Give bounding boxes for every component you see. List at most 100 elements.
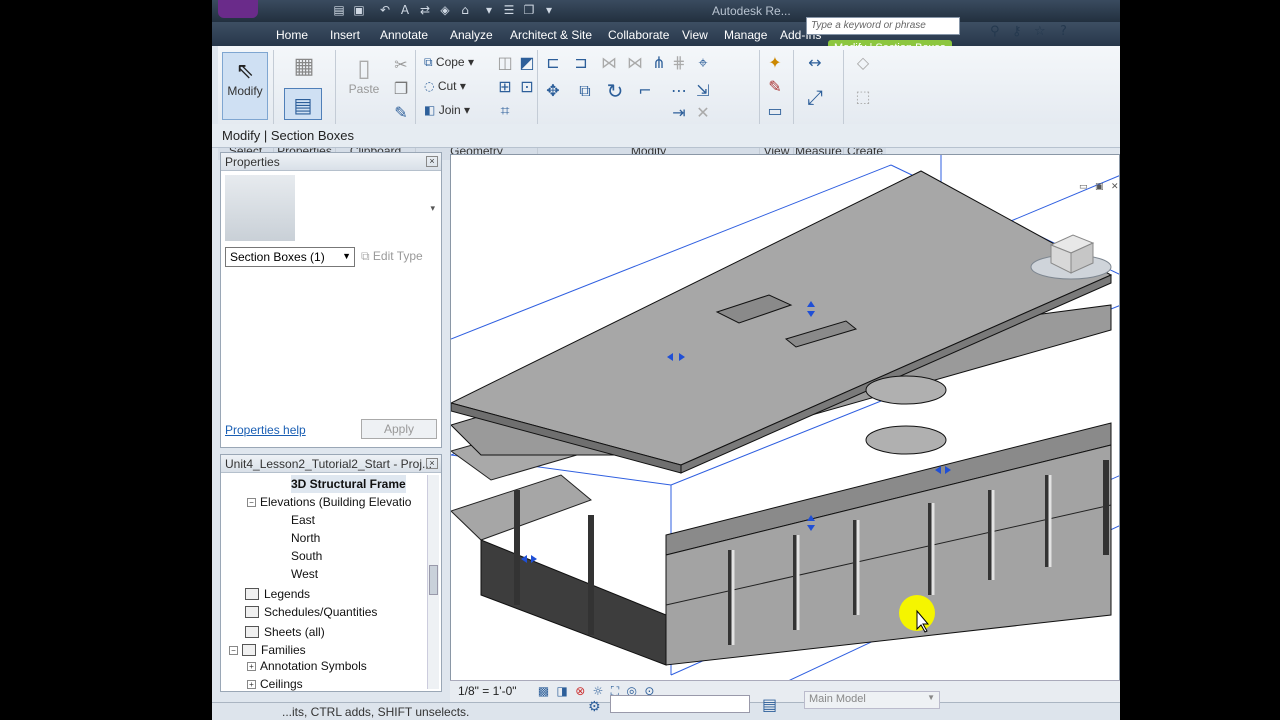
linework-icon[interactable]: ▭ (764, 100, 786, 122)
array-icon[interactable]: ⋯ (668, 80, 690, 102)
edit-type-button[interactable]: ⧉ Edit Type (361, 249, 423, 264)
scrollbar-thumb[interactable] (429, 565, 438, 595)
move-icon[interactable]: ✥ (542, 80, 564, 102)
mirror-axis-icon[interactable]: ⋈ (598, 52, 620, 74)
measure-icon[interactable]: ⇄ (418, 3, 432, 17)
tree-item-ceilings[interactable]: + Ceilings (247, 675, 303, 691)
view-window-controls[interactable]: ▭ ▣ ✕ (1079, 182, 1119, 192)
split-face-icon[interactable]: ◫ (494, 52, 516, 74)
paste-button[interactable]: ▯ Paste (344, 54, 384, 120)
collapse-icon[interactable]: − (247, 498, 256, 507)
help-icon[interactable]: ? (1060, 24, 1067, 39)
tab-view[interactable]: View (676, 26, 714, 46)
tab-annotate[interactable]: Annotate (374, 26, 434, 46)
match-type-icon[interactable]: ✎ (390, 102, 412, 124)
close-icon[interactable]: × (426, 156, 438, 167)
scrollbar[interactable] (427, 475, 439, 689)
favorites-icon[interactable]: ☆ (1034, 24, 1046, 39)
create-assembly-icon[interactable]: ◇ (852, 52, 874, 74)
tree-item-schedules[interactable]: Schedules/Quantities (245, 603, 377, 621)
delete-icon[interactable]: ✕ (692, 102, 714, 124)
tree-item-legends[interactable]: Legends (245, 585, 310, 603)
tree-item-3d-structural-frame[interactable]: 3D Structural Frame (291, 475, 406, 493)
detail-level-icon[interactable]: ▩ (538, 684, 549, 698)
wall-joins-icon[interactable]: ⊞ (494, 76, 516, 98)
properties-button[interactable]: ▤ (284, 88, 322, 120)
search-input[interactable]: Type a keyword or phrase (806, 17, 960, 35)
chevron-down-icon[interactable]: ▾ (430, 203, 435, 214)
text-icon[interactable]: A (398, 3, 412, 17)
customize-icon[interactable]: ▾ (542, 3, 556, 17)
cope-button[interactable]: ⧉ Cope ▾ (424, 52, 474, 72)
tree-item-sheets[interactable]: Sheets (all) (245, 623, 325, 641)
worksets-icon[interactable]: ⚙ (588, 699, 601, 715)
rotate-icon[interactable]: ↻ (604, 80, 626, 102)
modify-button[interactable]: ⇖ Modify (222, 52, 268, 120)
tab-home[interactable]: Home (270, 26, 314, 46)
3d-view-icon[interactable]: ◈ (438, 3, 452, 17)
collapse-icon[interactable]: − (229, 646, 238, 655)
view-scale[interactable]: 1/8" = 1'-0" (458, 684, 517, 698)
join-button[interactable]: ◧ Join ▾ (424, 100, 470, 120)
cut-icon[interactable]: ✂ (390, 54, 412, 76)
expand-icon[interactable]: + (247, 662, 256, 671)
paint-icon[interactable]: ◩ (516, 52, 538, 74)
scale-icon[interactable]: ⇲ (692, 80, 714, 102)
find-icon[interactable]: ⚲ (990, 24, 1000, 39)
lightbulb-icon[interactable]: ✦ (764, 52, 786, 74)
design-option-select[interactable]: Main Model ▼ (804, 691, 940, 709)
window-icon[interactable]: ❐ (522, 3, 536, 17)
active-workset-field[interactable] (610, 695, 750, 713)
offset-icon[interactable]: ⊐ (570, 52, 592, 74)
create-parts-icon[interactable]: ⬚ (852, 86, 874, 108)
save-icon[interactable]: ▣ (352, 3, 366, 17)
mirror-draw-icon[interactable]: ⋈ (624, 52, 646, 74)
type-selector[interactable]: Section Boxes (1) ▼ (225, 247, 355, 267)
tree-item-west[interactable]: West (291, 565, 318, 583)
project-browser-title: Unit4_Lesson2_Tutorial2_Start - Proj... (225, 457, 432, 471)
remove-paint-icon[interactable]: ⌗ (494, 100, 516, 122)
tree-item-south[interactable]: South (291, 547, 322, 565)
tab-collaborate[interactable]: Collaborate (602, 26, 675, 46)
tab-insert[interactable]: Insert (324, 26, 366, 46)
3d-view-canvas[interactable]: ▭ ▣ ✕ (450, 154, 1120, 688)
list-icon[interactable]: ☰ (502, 3, 516, 17)
tree-item-north[interactable]: North (291, 529, 320, 547)
tab-analyze[interactable]: Analyze (444, 26, 499, 46)
dropdown-icon[interactable]: ▾ (482, 3, 496, 17)
tree-item-east[interactable]: East (291, 511, 315, 529)
pin-icon[interactable]: ⌖ (692, 52, 714, 74)
measure-between-icon[interactable]: ↔ (804, 52, 826, 74)
expand-icon[interactable]: + (247, 680, 256, 689)
split-gap-icon[interactable]: ⋕ (668, 52, 690, 74)
properties-help-link[interactable]: Properties help (225, 423, 306, 437)
override-graphics-icon[interactable]: ✎ (764, 76, 786, 98)
split-icon[interactable]: ⋔ (648, 52, 670, 74)
shadows-icon[interactable]: ⊗ (575, 684, 585, 698)
tab-manage[interactable]: Manage (718, 26, 773, 46)
visual-style-icon[interactable]: ◨ (557, 684, 568, 698)
status-message: ...its, CTRL adds, SHIFT unselects. (282, 705, 470, 719)
type-properties-button[interactable]: ▦ (284, 54, 324, 82)
tab-architect-site[interactable]: Architect & Site (504, 26, 598, 46)
measure-along-icon[interactable]: ⤢ (804, 86, 826, 108)
align-icon[interactable]: ⊏ (542, 52, 564, 74)
sun-path-icon[interactable]: ☼ (593, 684, 604, 698)
cut-geometry-button[interactable]: ◌ Cut ▾ (424, 76, 466, 96)
apply-button[interactable]: Apply (361, 419, 437, 439)
unpin-icon[interactable]: ⇥ (668, 102, 690, 124)
close-icon[interactable]: × (426, 458, 438, 469)
tree-item-elevations[interactable]: − Elevations (Building Elevatio (247, 493, 411, 511)
copy-element-icon[interactable]: ⧉ (574, 80, 596, 102)
open-icon[interactable]: ▤ (332, 3, 346, 17)
copy-icon[interactable]: ❐ (390, 78, 412, 100)
type-selector-value: Section Boxes (1) (230, 250, 325, 264)
undo-icon[interactable]: ↶ (378, 3, 392, 17)
editable-only-icon[interactable]: ▤ (762, 695, 777, 714)
tree-item-annotation-symbols[interactable]: + Annotation Symbols (247, 657, 367, 675)
application-menu-button[interactable] (218, 0, 258, 18)
demolish-icon[interactable]: ⊡ (516, 76, 538, 98)
key-icon[interactable]: ⚷ (1012, 24, 1022, 39)
tag-icon[interactable]: ⌂ (458, 3, 472, 17)
trim-icon[interactable]: ⌐ (634, 80, 656, 102)
